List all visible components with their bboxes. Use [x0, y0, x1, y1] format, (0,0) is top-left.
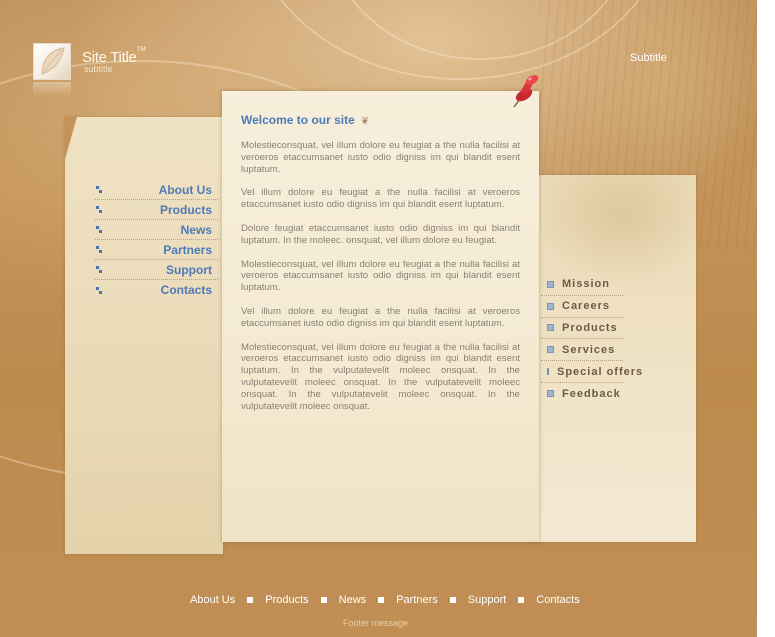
content-paragraph: Molestieconsquat, vel illum dolore eu fe… — [241, 341, 520, 412]
panel-fold-corner — [65, 117, 77, 159]
dots-bullet-icon — [96, 206, 103, 213]
right-nav-label: Special offers — [557, 365, 644, 378]
content-paragraph: Vel illum dolore eu feugiat a the nulla … — [241, 305, 520, 329]
footer-separator — [378, 597, 385, 603]
square-bullet-icon — [547, 324, 554, 332]
right-nav-item-services[interactable]: Services — [541, 339, 623, 362]
left-navigation: About Us Products News Partners Support … — [95, 180, 218, 300]
content-card: Welcome to our site ❦ Molestieconsquat, v… — [222, 91, 539, 542]
footer-navigation: About Us Products News Partners Support … — [190, 593, 580, 607]
page-edge — [757, 0, 775, 637]
footer-message: Footer message — [343, 618, 409, 628]
footer-separator — [449, 597, 456, 603]
right-nav-item-special-offers[interactable]: Special offers — [541, 361, 642, 383]
right-nav-label: Careers — [562, 300, 610, 313]
content-paragraph: Vel illum dolore eu feugiat a the nulla … — [241, 187, 520, 211]
site-subtitle: subtitle — [84, 64, 113, 74]
content-paragraph: Molestieconsquat, vel illum dolore eu fe… — [241, 258, 520, 294]
left-nav-label: Products — [159, 202, 212, 217]
trademark-mark: TM — [137, 47, 146, 53]
content-paragraph: Dolore feugiat etaccumsanet iusto odio d… — [241, 222, 520, 246]
right-nav-item-careers[interactable]: Careers — [541, 296, 623, 318]
right-nav-item-feedback[interactable]: Feedback — [541, 383, 623, 405]
right-nav-item-products[interactable]: Products — [541, 318, 623, 340]
dots-bullet-icon — [96, 286, 103, 294]
leaf-logo-icon — [41, 47, 65, 75]
left-nav-label: Contacts — [160, 283, 212, 297]
right-nav-label: Products — [562, 321, 618, 334]
footer-separator — [320, 597, 327, 603]
dots-bullet-icon — [96, 226, 103, 233]
square-bullet-icon — [547, 346, 554, 354]
dots-bullet-icon — [96, 186, 103, 193]
square-bullet-icon — [547, 280, 554, 288]
site-logo[interactable] — [33, 43, 71, 80]
logo-reflection — [33, 82, 71, 96]
left-nav-item-support[interactable]: Support — [95, 260, 218, 280]
right-nav-label: Feedback — [562, 387, 621, 400]
right-nav-item-mission[interactable]: Mission — [541, 274, 623, 296]
left-nav-item-about-us[interactable]: About Us — [95, 180, 218, 200]
footer-link-support[interactable]: Support — [468, 594, 507, 606]
dots-bullet-icon — [96, 266, 103, 273]
left-nav-label: Support — [166, 262, 212, 277]
footer-separator — [247, 597, 254, 603]
welcome-heading-row: Welcome to our site ❦ — [241, 111, 520, 129]
dots-bullet-icon — [96, 246, 103, 253]
right-nav-label: Services — [562, 343, 616, 356]
footer-link-about-us[interactable]: About Us — [190, 594, 235, 606]
push-pin-icon — [513, 75, 539, 108]
square-bullet-icon — [547, 390, 554, 398]
footer-link-contacts[interactable]: Contacts — [536, 594, 579, 606]
right-nav-label: Mission — [562, 278, 610, 291]
left-nav-item-partners[interactable]: Partners — [95, 240, 218, 260]
left-nav-label: Partners — [163, 242, 212, 257]
heart-icon: ❦ — [360, 116, 370, 127]
left-nav-item-news[interactable]: News — [95, 220, 218, 240]
right-navigation: Mission Careers Products Services Specia… — [541, 274, 642, 405]
content-paragraph: Molestieconsquat, vel illum dolore eu fe… — [241, 140, 520, 175]
left-nav-item-products[interactable]: Products — [95, 200, 218, 220]
left-nav-label: News — [180, 222, 212, 237]
footer-link-products[interactable]: Products — [265, 594, 308, 606]
left-nav-label: About Us — [158, 182, 212, 197]
square-bullet-icon — [547, 302, 554, 310]
welcome-title: Welcome to our site — [241, 113, 355, 127]
square-bullet-icon — [547, 368, 549, 376]
header-subtitle: Subtitle — [630, 52, 667, 64]
footer-link-partners[interactable]: Partners — [396, 594, 438, 606]
left-nav-item-contacts[interactable]: Contacts — [95, 280, 218, 300]
footer-link-news[interactable]: News — [339, 594, 367, 606]
footer-separator — [518, 597, 525, 603]
